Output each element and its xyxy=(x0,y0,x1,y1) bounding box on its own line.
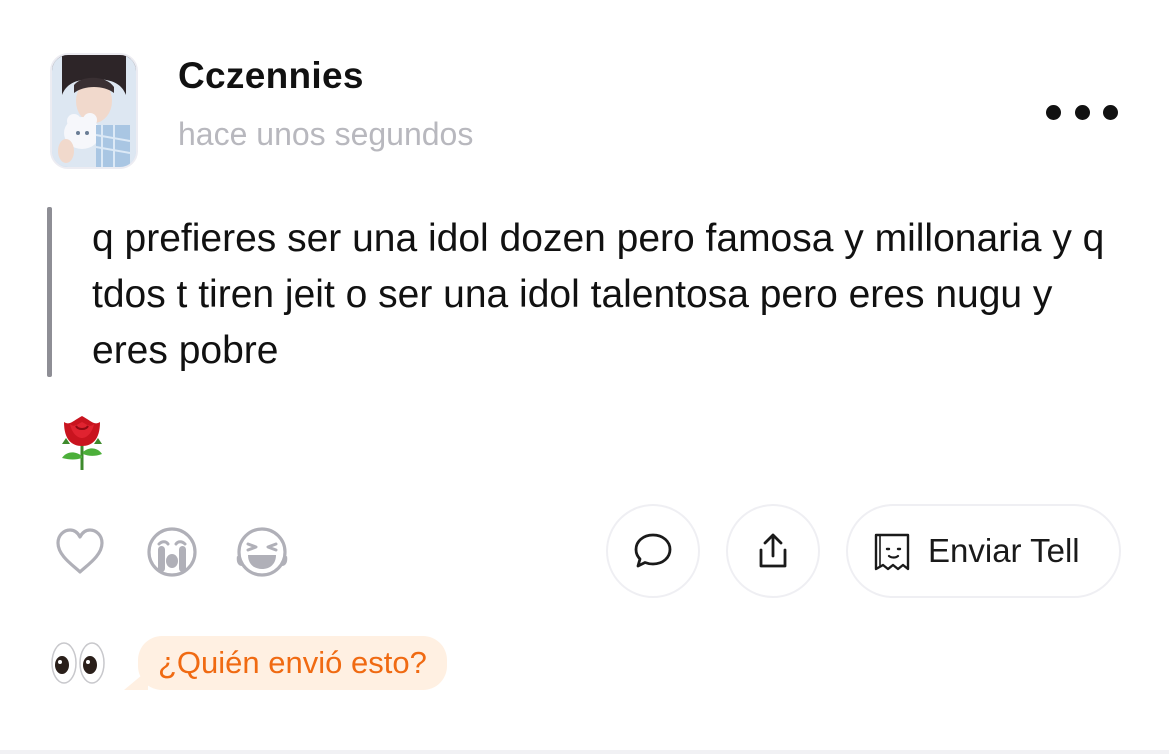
timestamp: hace unos segundos xyxy=(178,116,474,152)
tell-note-icon xyxy=(874,533,910,571)
like-button[interactable] xyxy=(52,524,108,585)
question-text: q prefieres ser una idol dozen pero famo… xyxy=(92,217,1105,372)
avatar-photo xyxy=(52,55,136,167)
eyes-icon xyxy=(50,640,106,691)
who-sent-label: ¿Quién envió esto? xyxy=(158,645,427,680)
crying-face-icon xyxy=(147,527,197,577)
rose-icon xyxy=(56,412,108,477)
more-dot-icon xyxy=(1103,104,1118,120)
more-dot-icon xyxy=(1074,104,1090,120)
more-options-button[interactable] xyxy=(1046,94,1118,130)
tell-card: Cczennies hace unos segundos q prefieres… xyxy=(0,0,1169,754)
divider xyxy=(0,750,1169,754)
who-sent-this-button[interactable]: ¿Quién envió esto? xyxy=(124,636,447,690)
avatar[interactable] xyxy=(50,53,138,169)
more-dot-icon xyxy=(1046,104,1061,120)
send-tell-label: Enviar Tell xyxy=(928,532,1080,569)
share-icon xyxy=(759,533,787,568)
cry-reaction-button[interactable] xyxy=(144,524,200,585)
laughing-face-icon xyxy=(236,527,288,577)
quote-bar xyxy=(47,207,52,377)
comment-button[interactable] xyxy=(606,504,700,598)
username[interactable]: Cczennies xyxy=(178,55,364,97)
laugh-reaction-button[interactable] xyxy=(234,524,290,585)
send-tell-button[interactable]: Enviar Tell xyxy=(846,504,1121,598)
speech-bubble-icon xyxy=(634,533,672,568)
share-button[interactable] xyxy=(726,504,820,598)
heart-outline-icon xyxy=(56,528,104,574)
